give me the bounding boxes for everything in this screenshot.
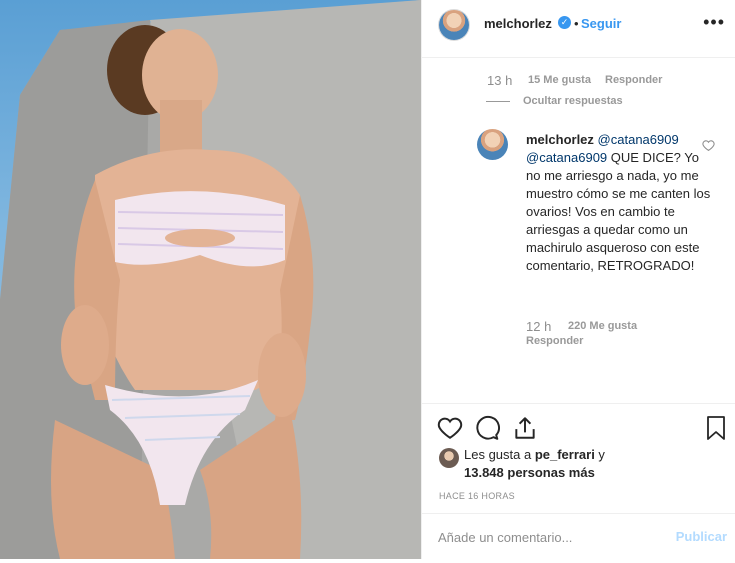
hide-replies-line <box>486 101 510 102</box>
reply-time[interactable]: 12 h <box>526 319 551 334</box>
hide-replies-button[interactable]: Ocultar respuestas <box>523 95 623 107</box>
post-panel: melchorlez ✓ • Seguir ••• 13 h 15 Me gus… <box>421 0 735 559</box>
heart-icon[interactable] <box>437 415 463 441</box>
add-comment-input[interactable] <box>436 529 660 546</box>
reply-reply-button[interactable]: Responder <box>526 335 583 347</box>
likes-first-user[interactable]: pe_ferrari <box>535 447 595 462</box>
prev-comment-likes[interactable]: 15 Me gusta <box>528 74 591 86</box>
post-actions: Les gusta a pe_ferrari y 13.848 personas… <box>422 403 735 563</box>
reply-username[interactable]: melchorlez <box>526 132 594 147</box>
bookmark-icon[interactable] <box>704 415 728 441</box>
author-avatar[interactable] <box>439 10 469 40</box>
post-timestamp[interactable]: HACE 16 HORAS <box>439 491 515 501</box>
author-username[interactable]: melchorlez <box>484 16 552 31</box>
instagram-post: melchorlez ✓ • Seguir ••• 13 h 15 Me gus… <box>0 0 735 559</box>
reply-likes[interactable]: 220 Me gusta <box>568 320 637 332</box>
post-photo[interactable] <box>0 0 421 559</box>
reply-comment: melchorlez @catana6909 @catana6909 QUE D… <box>526 131 716 275</box>
comment-icon[interactable] <box>474 415 500 441</box>
prev-comment-reply-button[interactable]: Responder <box>605 74 662 86</box>
likes-prefix: Les gusta a <box>464 447 535 462</box>
likes-connector: y <box>594 447 605 462</box>
reply-mention[interactable]: @catana6909 <box>598 132 679 147</box>
add-comment-bar: Publicar <box>422 513 735 563</box>
reply-author-avatar[interactable] <box>477 129 508 160</box>
verified-badge-icon: ✓ <box>558 16 571 29</box>
likes-count[interactable]: 13.848 personas más <box>464 465 595 480</box>
post-header: melchorlez ✓ • Seguir ••• <box>422 0 735 58</box>
header-separator: • <box>574 16 579 31</box>
share-icon[interactable] <box>512 415 538 441</box>
likes-summary: Les gusta a pe_ferrari y 13.848 personas… <box>464 446 714 482</box>
liker-avatar[interactable] <box>439 448 459 468</box>
follow-button[interactable]: Seguir <box>581 16 621 31</box>
post-image <box>0 0 421 559</box>
prev-comment-time[interactable]: 13 h <box>487 73 512 88</box>
publish-button[interactable]: Publicar <box>676 529 727 544</box>
reply-mention-2[interactable]: @catana6909 <box>526 150 607 165</box>
more-options-icon[interactable]: ••• <box>703 12 725 33</box>
like-comment-heart-icon[interactable] <box>702 139 715 152</box>
reply-text: QUE DICE? Yo no me arriesgo a nada, yo m… <box>526 150 711 273</box>
